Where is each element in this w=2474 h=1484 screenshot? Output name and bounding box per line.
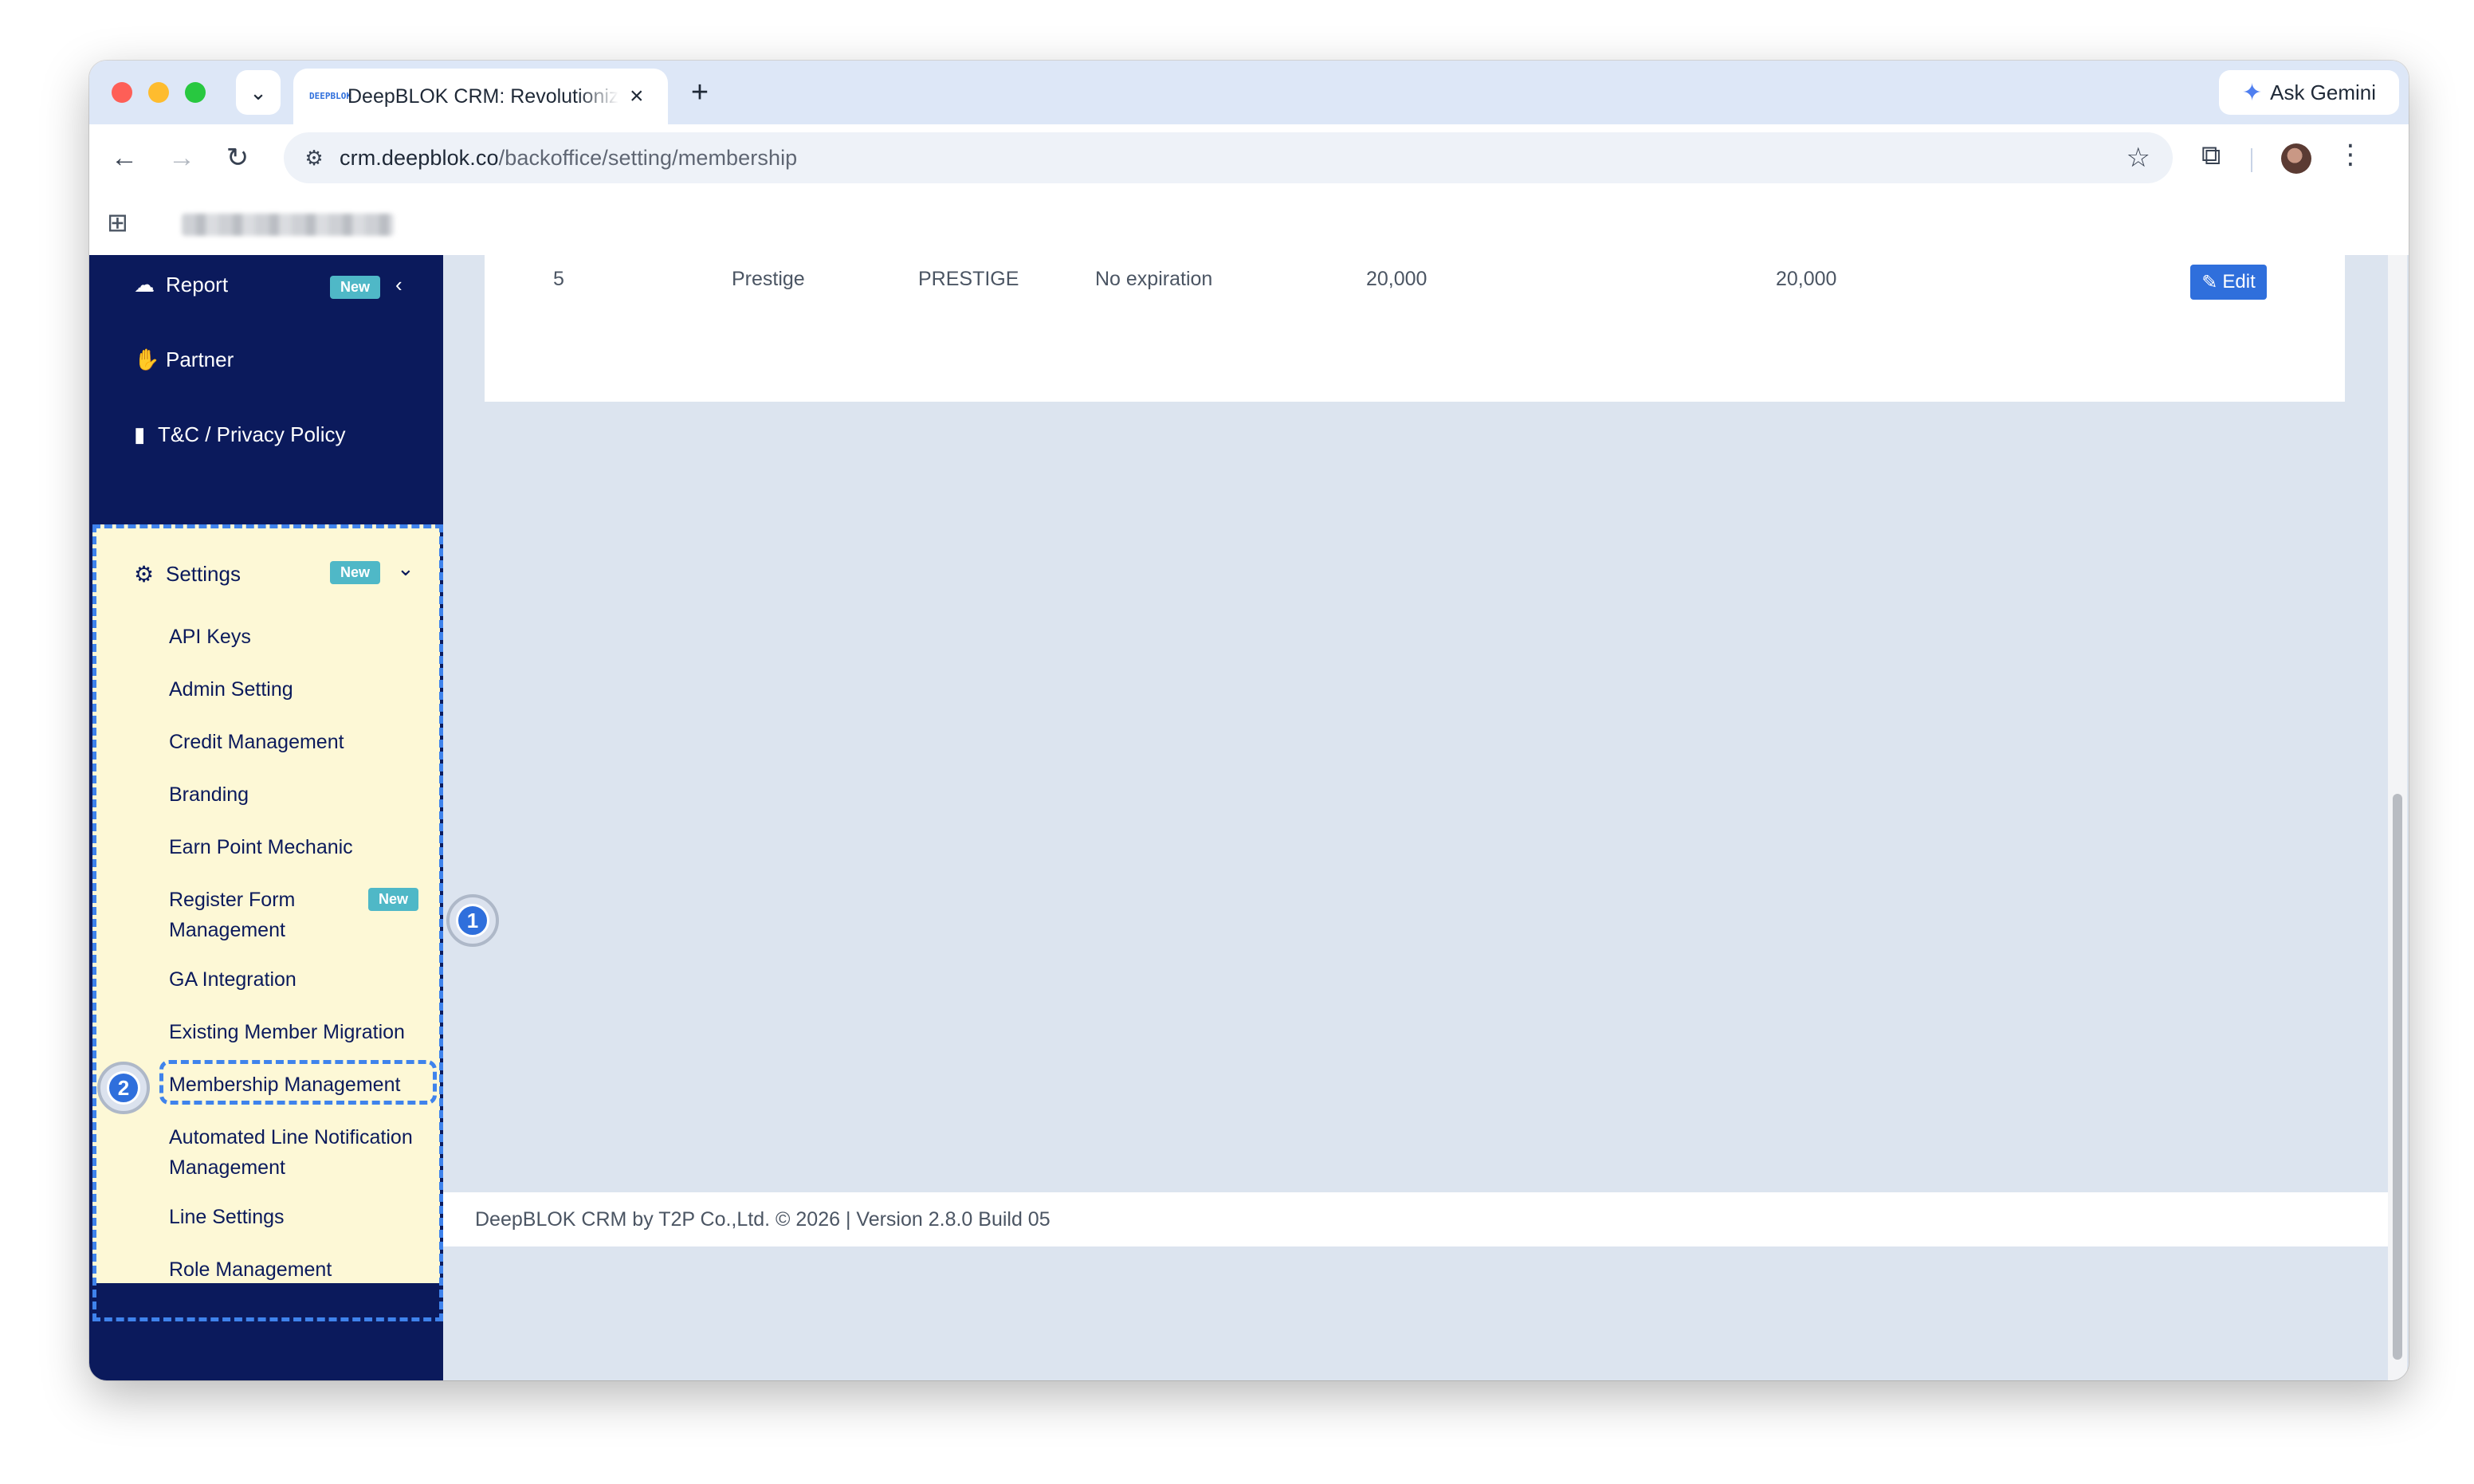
browser-toolbar: ← → ↻ ⚙ crm.deepblok.co/backoffice/setti… <box>89 124 2409 191</box>
row-expiration: No expiration <box>1095 268 1213 290</box>
footer: DeepBLOK CRM by T2P Co.,Ltd. © 2026 | Ve… <box>443 1192 2388 1246</box>
membership-table: 5 Prestige PRESTIGE No expiration 20,000… <box>485 255 2345 402</box>
reload-button[interactable]: ↻ <box>220 140 255 175</box>
tab-search-button[interactable]: ⌄ <box>236 70 281 115</box>
page-scrollbar[interactable] <box>2388 255 2407 1380</box>
bookmarks-bar: ⊞ <box>89 191 2409 257</box>
new-tab-button[interactable]: + <box>681 73 719 112</box>
settings-item-automated-line-notification[interactable]: Automated Line Notification Management <box>169 1122 416 1183</box>
sidebar-item-label: Partner <box>166 347 234 371</box>
row-code: PRESTIGE <box>918 268 1019 290</box>
forward-button[interactable]: → <box>164 140 199 175</box>
row-name: Prestige <box>732 268 805 290</box>
sidebar-item-partner[interactable]: ✋ Partner <box>134 347 234 372</box>
apps-grid-icon[interactable]: ⊞ <box>107 207 128 238</box>
active-tab[interactable]: DEEPBLOK DeepBLOK CRM: Revolutionize × <box>293 69 668 124</box>
extensions-puzzle-icon[interactable]: ⧉ <box>2201 140 2221 171</box>
handshake-icon: ✋ <box>134 347 160 371</box>
back-button[interactable]: ← <box>107 140 142 175</box>
settings-item-api-keys[interactable]: API Keys <box>169 622 432 652</box>
step-number: 2 <box>107 1071 140 1105</box>
row-value-1: 20,000 <box>1366 268 1427 290</box>
sidebar-item-label: Settings <box>166 562 241 586</box>
chevron-down-icon: ⌄ <box>249 80 267 104</box>
chevron-down-icon[interactable]: ⌄ <box>397 556 414 581</box>
footer-text: DeepBLOK CRM by T2P Co.,Ltd. © 2026 | Ve… <box>475 1208 1050 1231</box>
settings-item-branding[interactable]: Branding <box>169 779 432 810</box>
edit-label: Edit <box>2222 271 2256 292</box>
profile-avatar[interactable] <box>2281 143 2311 174</box>
url-host: crm.deepblok.co <box>340 145 499 170</box>
deepblok-favicon-icon: DEEPBLOK <box>309 91 351 101</box>
new-badge: New <box>330 276 381 299</box>
blurred-bookmark[interactable] <box>182 214 394 236</box>
sidebar-item-report[interactable]: ☁ Report <box>134 273 228 297</box>
close-tab-icon[interactable]: × <box>630 83 644 110</box>
settings-item-credit-management[interactable]: Credit Management <box>169 727 432 757</box>
settings-item-register-form-management[interactable]: Register Form Management <box>169 885 336 945</box>
settings-item-membership-management[interactable]: Membership Management <box>169 1070 432 1100</box>
close-window-button[interactable] <box>112 82 132 103</box>
settings-item-existing-member-migration[interactable]: Existing Member Migration <box>169 1017 432 1047</box>
sidebar-item-tnc[interactable]: ▮ T&C / Privacy Policy <box>134 422 346 447</box>
settings-item-earn-point-mechanic[interactable]: Earn Point Mechanic <box>169 832 432 862</box>
address-bar[interactable]: ⚙ crm.deepblok.co/backoffice/setting/mem… <box>284 132 2173 183</box>
new-badge: New <box>330 561 381 584</box>
tab-strip: ⌄ DEEPBLOK DeepBLOK CRM: Revolutionize ×… <box>89 61 2409 124</box>
document-icon: ▮ <box>134 422 146 446</box>
browser-window: ⌄ DEEPBLOK DeepBLOK CRM: Revolutionize ×… <box>89 61 2409 1380</box>
url-path: /backoffice/setting/membership <box>498 145 798 170</box>
gear-icon: ⚙ <box>134 562 155 587</box>
chevron-left-icon[interactable]: ‹ <box>395 273 403 297</box>
url-text[interactable]: crm.deepblok.co/backoffice/setting/membe… <box>340 146 797 171</box>
sidebar: ☁ Report New ‹ ✋ Partner ▮ T&C / Privacy… <box>89 255 443 1380</box>
bookmark-star-icon[interactable]: ☆ <box>2126 142 2150 174</box>
edit-button[interactable]: ✎ Edit <box>2190 265 2267 300</box>
cloud-download-icon: ☁ <box>134 273 155 296</box>
settings-item-admin-setting[interactable]: Admin Setting <box>169 674 432 705</box>
kebab-menu-icon[interactable]: ⋮ <box>2337 139 2364 171</box>
reload-icon: ↻ <box>226 143 249 173</box>
arrow-left-icon: ← <box>111 142 138 173</box>
row-no: 5 <box>553 268 564 290</box>
settings-item-ga-integration[interactable]: GA Integration <box>169 964 432 995</box>
gemini-sparkle-icon: ✦ <box>2241 79 2263 106</box>
step-number: 1 <box>456 904 489 937</box>
sidebar-item-label: Report <box>166 273 229 296</box>
maximize-window-button[interactable] <box>185 82 206 103</box>
step-marker-2: 2 <box>97 1062 150 1114</box>
sidebar-item-label: T&C / Privacy Policy <box>158 422 346 446</box>
new-badge: New <box>368 888 419 911</box>
toolbar-divider <box>2251 148 2252 172</box>
settings-item-role-management[interactable]: Role Management <box>169 1254 432 1285</box>
row-value-2: 20,000 <box>1776 268 1837 290</box>
settings-item-line-settings[interactable]: Line Settings <box>169 1202 432 1232</box>
edit-icon: ✎ <box>2201 271 2218 293</box>
arrow-right-icon: → <box>168 142 195 173</box>
ask-gemini-button[interactable]: ✦ Ask Gemini <box>2219 70 2399 115</box>
ask-gemini-label: Ask Gemini <box>2270 80 2377 104</box>
sidebar-item-settings[interactable]: ⚙ Settings <box>134 561 241 587</box>
site-settings-icon[interactable]: ⚙ <box>298 142 330 174</box>
step-marker-1: 1 <box>446 894 499 947</box>
minimize-window-button[interactable] <box>148 82 169 103</box>
tab-title: DeepBLOK CRM: Revolutionize <box>348 84 618 108</box>
scrollbar-thumb[interactable] <box>2393 794 2402 1360</box>
